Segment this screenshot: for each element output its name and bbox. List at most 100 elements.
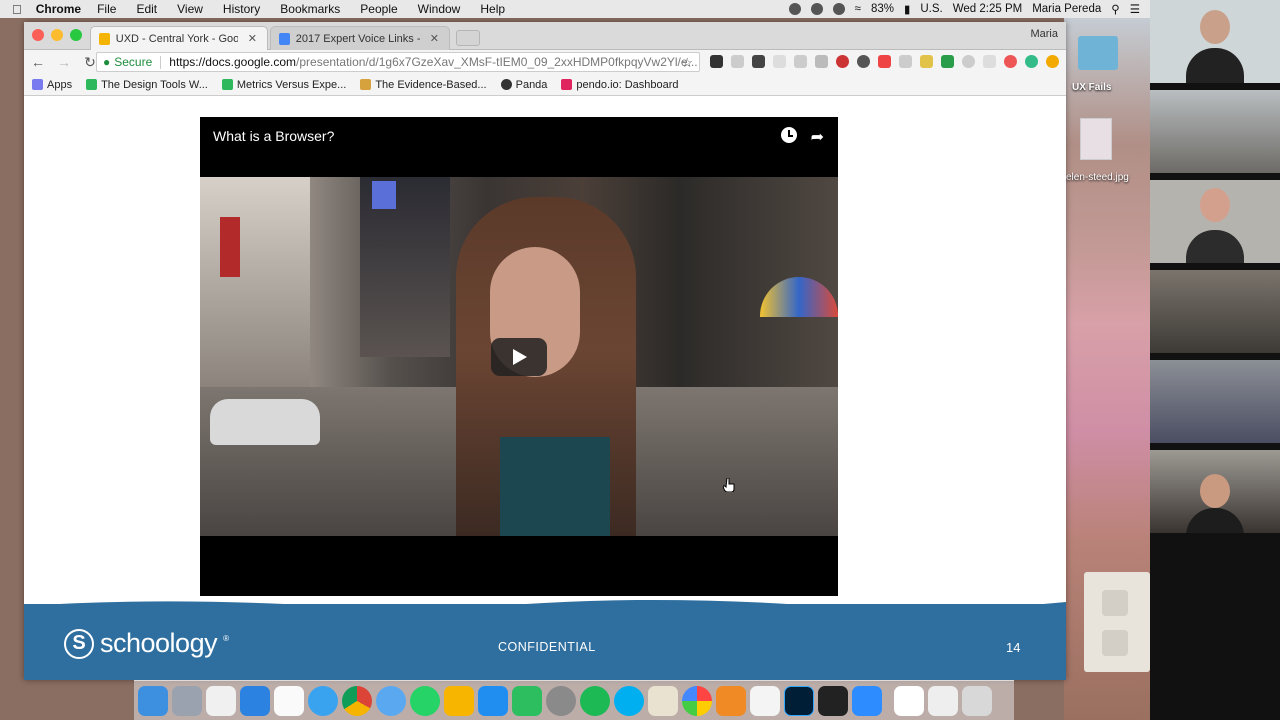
zoom-tray-icon[interactable] [788,3,801,15]
itunes-icon[interactable] [750,685,780,716]
whatsapp-icon[interactable] [410,685,440,716]
safari-icon[interactable] [308,685,338,716]
forward-arrow-icon[interactable]: → [56,54,72,70]
tab-uxd-slides[interactable]: UXD - Central York - Google S ✕ [90,26,268,50]
extension-icon[interactable] [1025,55,1038,68]
menu-help[interactable]: Help [480,2,505,16]
launchpad-icon[interactable] [172,685,202,716]
bookmark-star-icon[interactable]: ☆ [681,55,693,71]
bookmark-design-tools[interactable]: The Design Tools W... [86,79,208,91]
downloads-stack-icon[interactable] [928,685,958,716]
bookmark-apps[interactable]: Apps [32,79,72,91]
extension-icon[interactable] [899,55,912,68]
zoom-app-icon[interactable] [852,685,882,716]
app-menu-chrome[interactable]: Chrome [36,2,81,16]
menu-bookmarks[interactable]: Bookmarks [280,2,340,16]
extension-icon[interactable] [815,55,828,68]
system-preferences-icon[interactable] [546,685,576,716]
ibooks-icon[interactable] [716,685,746,716]
extension-icon[interactable] [1004,55,1017,68]
photos-icon[interactable] [682,685,712,716]
skype-icon[interactable] [614,685,644,716]
minimize-window-button[interactable] [51,29,63,41]
preview-icon[interactable] [648,685,678,716]
pinterest-icon[interactable] [836,55,849,68]
schoology-app-icon[interactable] [206,685,236,716]
wordpress-icon[interactable] [857,55,870,68]
extension-icon[interactable] [941,55,954,68]
trash-icon[interactable] [962,685,992,716]
participant-video-tile[interactable] [1150,180,1280,266]
extension-icon[interactable] [773,55,786,68]
extension-icon[interactable] [878,55,891,68]
ux-fails-folder-icon[interactable] [1078,36,1118,70]
spotify-icon[interactable] [580,685,610,716]
evernote-icon[interactable] [512,685,542,716]
zoom-window-button[interactable] [70,29,82,41]
messages-icon[interactable] [376,685,406,716]
close-tab-icon[interactable]: ✕ [430,32,439,45]
extension-icon[interactable] [920,55,933,68]
profile-button[interactable]: Maria [1030,28,1058,40]
menu-window[interactable]: Window [418,2,461,16]
menu-people[interactable]: People [360,2,397,16]
back-arrow-icon[interactable]: ← [30,54,46,70]
bookmark-evidence[interactable]: The Evidence-Based... [360,79,487,91]
bookmark-metrics[interactable]: Metrics Versus Expe... [221,79,346,91]
share-arrow-icon[interactable]: ➦ [811,127,824,147]
document-stack-icon[interactable] [894,685,924,716]
participant-video-tile[interactable] [1150,90,1280,176]
watch-later-icon[interactable] [780,127,797,143]
menu-view[interactable]: View [177,2,203,16]
close-window-button[interactable] [32,29,44,41]
battery-icon[interactable]: ▮ [904,2,910,16]
extension-icon[interactable] [794,55,807,68]
play-button-icon[interactable] [491,338,547,376]
chrome-icon[interactable] [342,685,372,716]
apple-menu-icon[interactable]:  [12,2,22,17]
image-file-label[interactable]: elen-steed.jpg [1066,172,1129,183]
menu-file[interactable]: File [97,2,116,16]
bookmark-panda[interactable]: Panda [500,79,547,91]
footer-wave [24,599,1066,610]
video-title[interactable]: What is a Browser? [213,128,334,144]
ux-fails-folder-label[interactable]: UX Fails [1072,82,1111,93]
photoshop-icon[interactable] [784,685,814,716]
bookmark-pendo[interactable]: pendo.io: Dashboard [561,79,679,91]
extension-icon[interactable] [962,55,975,68]
video-thumbnail[interactable] [200,177,838,536]
evernote-tray-icon[interactable] [810,3,823,15]
notification-center-icon[interactable]: ☰ [1130,2,1140,16]
address-bar[interactable]: ● Secure https://docs.google.com/present… [96,52,700,72]
time-machine-icon[interactable] [832,3,845,15]
youtube-embed[interactable]: What is a Browser? ➦ [200,117,838,596]
new-tab-button[interactable] [456,30,480,46]
battery-percent[interactable]: 83% [871,3,894,15]
app-store-icon[interactable] [240,685,270,716]
extension-icon[interactable] [983,55,996,68]
clock[interactable]: Wed 2:25 PM [953,3,1022,15]
app-store-alt-icon[interactable] [478,685,508,716]
finder-icon[interactable] [138,685,168,716]
extension-icon[interactable] [752,55,765,68]
image-file-icon[interactable] [1080,118,1112,160]
sketch-icon[interactable] [444,685,474,716]
extension-icon[interactable] [1046,55,1059,68]
wifi-icon[interactable]: ≈ [855,3,861,15]
menu-edit[interactable]: Edit [136,2,157,16]
user-name[interactable]: Maria Pereda [1032,3,1101,15]
terminal-icon[interactable] [818,685,848,716]
participant-video-tile[interactable] [1150,270,1280,356]
extension-icon[interactable] [710,55,723,68]
panda-icon [500,79,512,90]
menu-history[interactable]: History [223,2,260,16]
participant-video-tile[interactable] [1150,450,1280,536]
extension-icon[interactable] [731,55,744,68]
spotlight-icon[interactable]: ⚲ [1111,2,1119,16]
input-source[interactable]: U.S. [920,3,942,15]
participant-video-tile[interactable] [1150,360,1280,446]
calendar-icon[interactable] [274,685,304,716]
tab-expert-voice-links[interactable]: 2017 Expert Voice Links - Goo ✕ [270,26,450,50]
participant-video-tile[interactable] [1150,0,1280,86]
close-tab-icon[interactable]: ✕ [248,32,257,45]
